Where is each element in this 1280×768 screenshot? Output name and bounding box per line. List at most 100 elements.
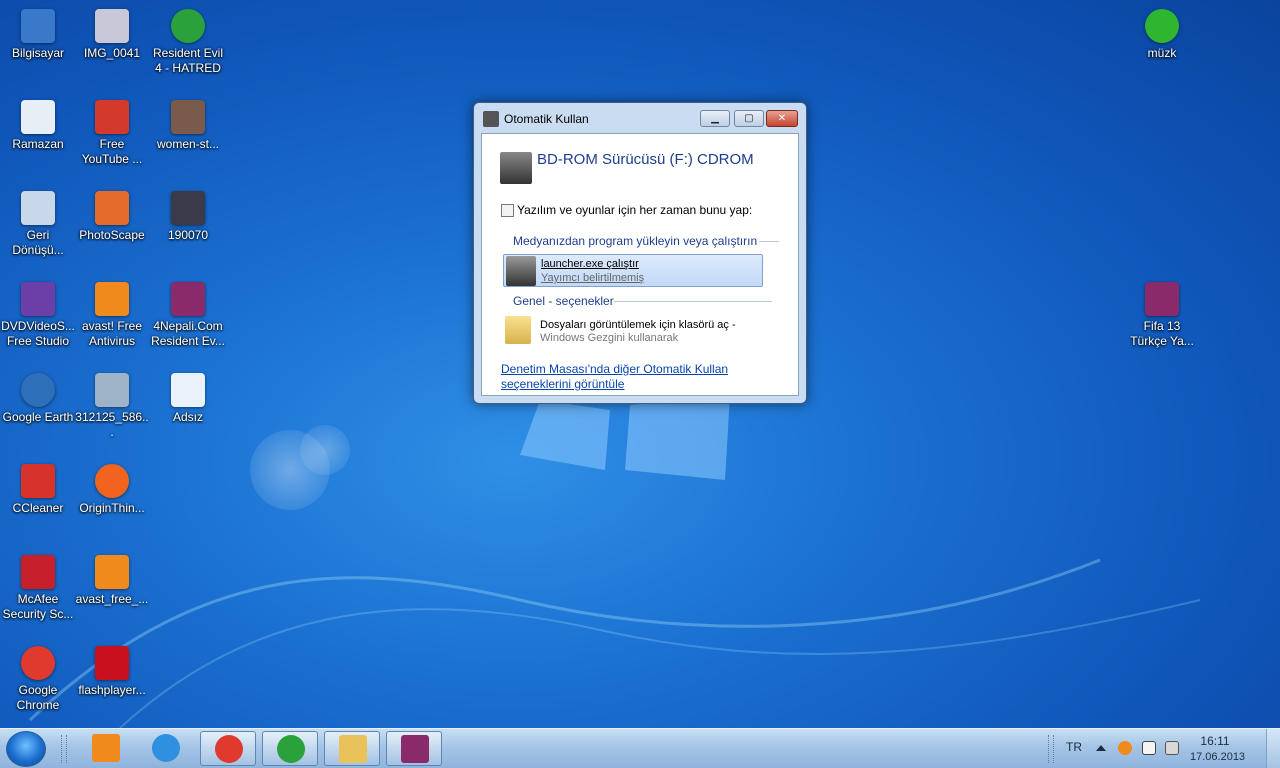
media-play-icon <box>1145 9 1179 43</box>
clock-time[interactable]: 16:11 <box>1190 734 1240 748</box>
desktop-icon-label: 190070 <box>167 228 209 242</box>
desktop-icon-label: McAfee Security Sc... <box>2 592 74 621</box>
desktop-icon[interactable]: 190070 <box>150 187 226 243</box>
desktop-icon[interactable]: DVDVideoS... Free Studio <box>0 278 76 349</box>
winrar-icon <box>1145 282 1179 316</box>
avast-tray-icon[interactable] <box>1118 741 1132 755</box>
desktop-icon-label: Free YouTube ... <box>81 137 143 166</box>
desktop-icon-label: Adsız <box>172 410 203 424</box>
image-file-icon <box>95 9 129 43</box>
desktop-icon[interactable]: PhotoScape <box>74 187 150 243</box>
desktop-icon[interactable]: women-st... <box>150 96 226 152</box>
internet-explorer-icon <box>152 734 180 762</box>
desktop-icon[interactable]: Geri Dönüşü... <box>0 187 76 258</box>
avast-installer-icon <box>95 555 129 589</box>
minimize-button[interactable]: ▁ <box>700 110 730 127</box>
taskbar: TR 16:11 17.06.2013 <box>0 728 1280 768</box>
drive-title: BD-ROM Sürücüsü (F:) CDROM <box>537 151 754 168</box>
image-file-icon <box>171 191 205 225</box>
dvdvideosoft-icon <box>21 282 55 316</box>
folder-icon <box>505 316 531 344</box>
desktop-icon[interactable]: Adsız <box>150 369 226 425</box>
desktop-icon-label: avast_free_... <box>75 592 149 606</box>
desktop-icon-label: Fifa 13 Türkçe Ya... <box>1130 319 1194 348</box>
desktop-icon-label: PhotoScape <box>79 228 145 242</box>
image-file-icon <box>171 100 205 134</box>
desktop-icon[interactable]: Resident Evil 4 - HATRED <box>150 5 226 76</box>
close-button[interactable]: ✕ <box>766 110 798 127</box>
section-divider <box>759 241 779 242</box>
control-panel-link[interactable]: Denetim Masası'nda diğer Otomatik Kullan… <box>501 362 761 392</box>
desktop-icon[interactable]: müzk <box>1124 5 1200 61</box>
section-general-heading: Genel - seçenekler <box>513 294 614 308</box>
dialog-content: BD-ROM Sürücüsü (F:) CDROM Yazılım ve oy… <box>481 133 799 396</box>
launcher-icon <box>506 256 536 286</box>
taskbar-grip[interactable] <box>61 735 67 763</box>
desktop-icon[interactable]: OriginThin... <box>74 460 150 516</box>
autoplay-dialog[interactable]: Otomatik Kullan ▁ ▢ ✕ BD-ROM Sürücüsü (F… <box>473 102 807 404</box>
desktop-icon[interactable]: McAfee Security Sc... <box>0 551 76 622</box>
start-button[interactable] <box>6 731 46 767</box>
desktop-icon[interactable]: flashplayer... <box>74 642 150 698</box>
desktop-icon-label: OriginThin... <box>79 501 145 515</box>
desktop-icon-label: women-st... <box>156 137 219 151</box>
avast-icon <box>95 282 129 316</box>
language-indicator[interactable]: TR <box>1066 740 1082 754</box>
desktop-icon[interactable]: Ramazan <box>0 96 76 152</box>
desktop-icon[interactable]: Google Earth <box>0 369 76 425</box>
dialog-titlebar[interactable]: Otomatik Kullan ▁ ▢ ✕ <box>474 103 806 133</box>
show-hidden-icons-icon[interactable] <box>1096 745 1106 751</box>
show-desktop-button[interactable] <box>1266 729 1280 768</box>
desktop-icon[interactable]: avast! Free Antivirus <box>74 278 150 349</box>
autoplay-app-icon <box>483 111 499 127</box>
recycle-bin-icon <box>21 191 55 225</box>
explorer-folder-icon <box>339 735 367 763</box>
free-youtube-icon <box>95 100 129 134</box>
desktop-icon[interactable]: 312125_586... <box>74 369 150 440</box>
clock-date[interactable]: 17.06.2013 <box>1190 751 1245 763</box>
desktop-icon[interactable]: Free YouTube ... <box>74 96 150 167</box>
desktop-icon[interactable]: 4Nepali.Com Resident Ev... <box>150 278 226 349</box>
media-player-icon <box>92 734 120 762</box>
flash-installer-icon <box>95 646 129 680</box>
always-do-label[interactable]: Yazılım ve oyunlar için her zaman bunu y… <box>517 203 752 217</box>
desktop-icon-label: IMG_0041 <box>83 46 141 60</box>
desktop-icon-label: Geri Dönüşü... <box>12 228 64 257</box>
desktop-icon[interactable]: Google Chrome <box>0 642 76 713</box>
desktop-icon[interactable]: avast_free_... <box>74 551 150 607</box>
document-shortcut-icon <box>21 100 55 134</box>
ccleaner-icon <box>21 464 55 498</box>
taskbar-button[interactable] <box>324 731 380 766</box>
desktop-icon-label: Google Chrome <box>16 683 60 712</box>
taskbar-grip[interactable] <box>1048 735 1054 763</box>
taskbar-button[interactable] <box>262 731 318 766</box>
taskbar-button[interactable] <box>200 731 256 766</box>
desktop-icon-label: Bilgisayar <box>11 46 65 60</box>
taskbar-button[interactable] <box>78 731 134 766</box>
winrar-icon <box>171 282 205 316</box>
google-earth-icon <box>21 373 55 407</box>
desktop-icon[interactable]: Bilgisayar <box>0 5 76 61</box>
maximize-button[interactable]: ▢ <box>734 110 764 127</box>
action-center-flag-icon[interactable] <box>1142 741 1156 755</box>
desktop-icon-label: Ramazan <box>12 137 64 151</box>
run-launcher-option[interactable]: launcher.exe çalıştır Yayımcı belirtilme… <box>503 254 763 287</box>
volume-icon[interactable] <box>1165 741 1179 755</box>
open-folder-subtitle: Windows Gezgini kullanarak <box>540 332 679 344</box>
taskbar-button[interactable] <box>138 731 194 766</box>
desktop-icon[interactable]: IMG_0041 <box>74 5 150 61</box>
computer-icon <box>21 9 55 43</box>
open-folder-title: Dosyaları görüntülemek için klasörü aç - <box>540 319 736 331</box>
desktop-icon[interactable]: CCleaner <box>0 460 76 516</box>
cdrom-drive-icon <box>500 152 532 184</box>
taskbar-button[interactable] <box>386 731 442 766</box>
always-do-checkbox[interactable] <box>501 204 514 217</box>
desktop-icon-label: 312125_586... <box>75 410 149 439</box>
desktop-icon-label: Resident Evil 4 - HATRED <box>152 46 224 75</box>
origin-icon <box>95 464 129 498</box>
section-media-heading: Medyanızdan program yükleyin veya çalışt… <box>513 234 758 248</box>
winrar-icon <box>401 735 429 763</box>
chrome-icon <box>215 735 243 763</box>
desktop-icon[interactable]: Fifa 13 Türkçe Ya... <box>1124 278 1200 349</box>
section-divider <box>614 301 772 302</box>
